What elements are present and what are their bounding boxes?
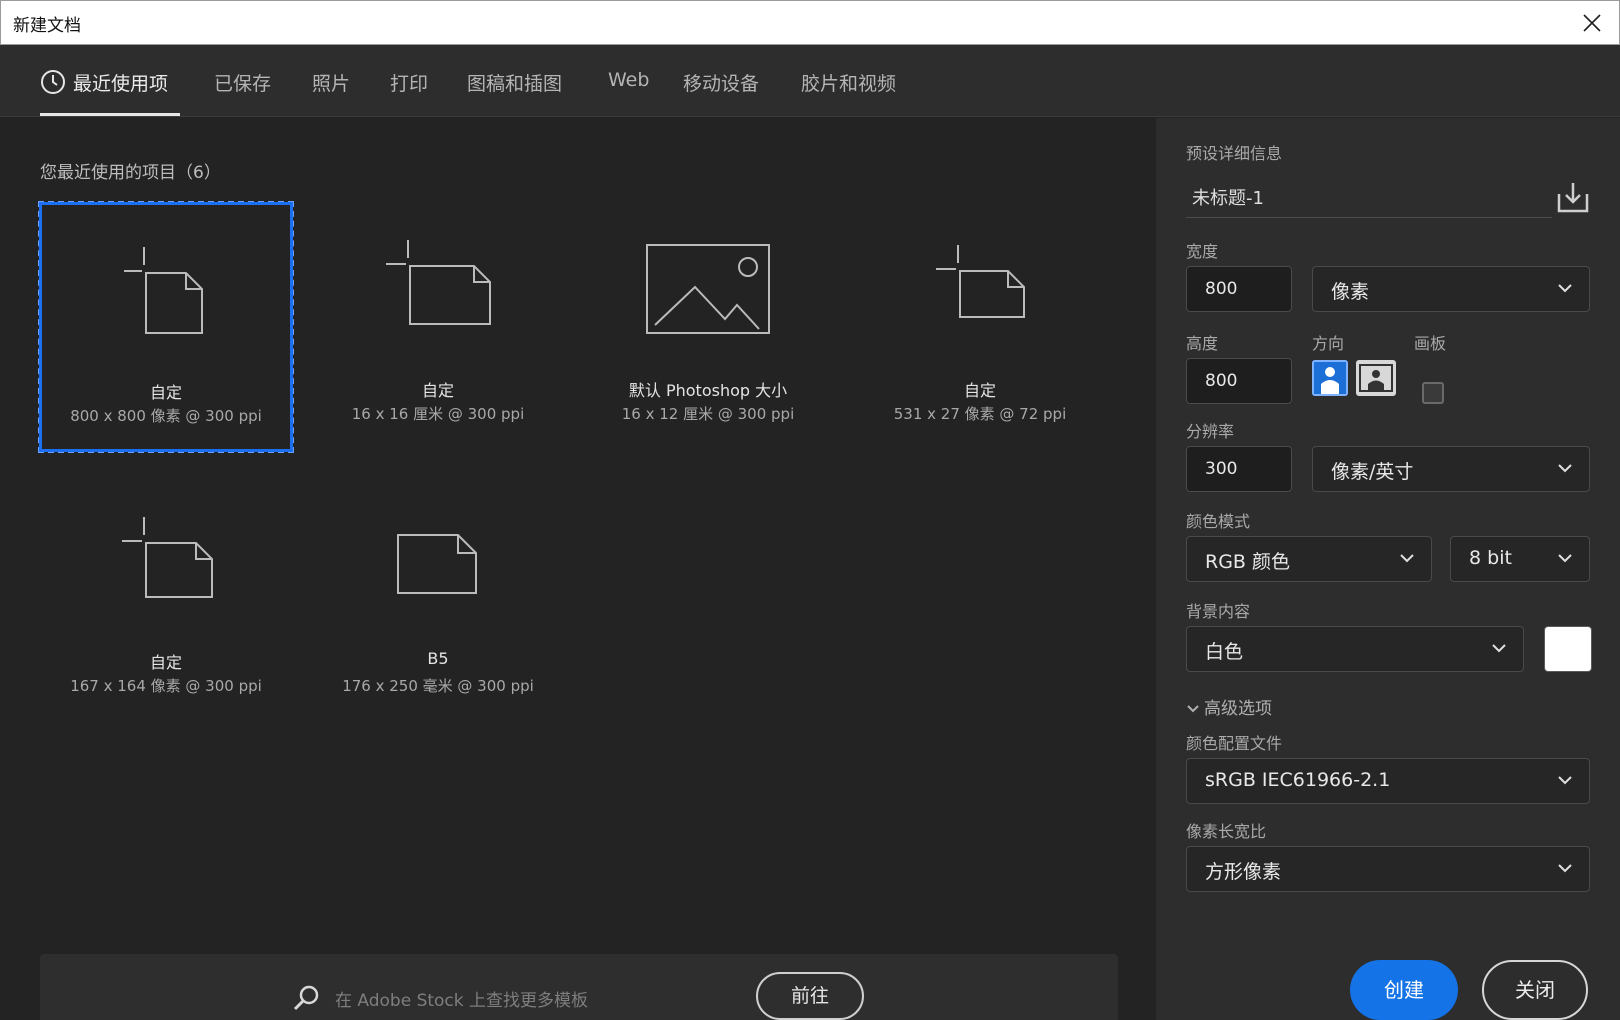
chevron-down-icon [1400,554,1414,563]
width-input[interactable]: 800 [1186,266,1292,312]
image-placeholder-icon [646,244,770,334]
chevron-down-icon [1558,284,1572,293]
artboard-checkbox[interactable] [1422,382,1444,404]
resolution-unit-select[interactable]: 像素/英寸 [1312,446,1590,492]
width-unit-value: 像素 [1331,281,1370,303]
height-label: 高度 [1186,334,1219,353]
tab-saved[interactable]: 已保存 [214,69,271,96]
color-mode-label: 颜色模式 [1186,512,1251,531]
color-profile-select[interactable]: sRGB IEC61966-2.1 [1186,758,1590,804]
recent-item-name: 默认 Photoshop 大小 [628,381,788,400]
tab-print[interactable]: 打印 [390,69,428,96]
pixel-aspect-select[interactable]: 方形像素 [1186,846,1590,892]
recent-item-size: 16 x 12 厘米 @ 300 ppi [621,405,795,423]
color-mode-select[interactable]: RGB 颜色 [1186,536,1432,582]
tab-web[interactable]: Web [608,69,649,91]
orientation-label: 方向 [1312,334,1345,353]
adobe-stock-bar: 在 Adobe Stock 上查找更多模板 前往 [40,954,1118,1020]
recent-item-card[interactable]: 自定 16 x 16 厘米 @ 300 ppi [310,201,566,453]
document-name-field[interactable]: 未标题-1 [1186,180,1552,218]
height-input[interactable]: 800 [1186,358,1292,404]
custom-document-icon [124,247,203,334]
recent-item-card[interactable]: 自定 800 x 800 像素 @ 300 ppi [38,201,294,453]
chevron-down-icon [1558,864,1572,873]
clock-icon [41,70,65,94]
recent-item-card[interactable]: 默认 Photoshop 大小 16 x 12 厘米 @ 300 ppi [580,201,836,453]
recent-heading: 您最近使用的项目（6） [40,163,221,183]
tab-mobile[interactable]: 移动设备 [683,69,759,96]
close-icon[interactable] [1579,10,1605,36]
bit-depth-value: 8 bit [1469,547,1512,569]
recent-item-size: 531 x 27 像素 @ 72 ppi [893,405,1067,423]
background-label: 背景内容 [1186,602,1251,621]
tab-photo[interactable]: 照片 [312,69,350,96]
create-button[interactable]: 创建 [1350,960,1458,1020]
tab-film-video[interactable]: 胶片和视频 [801,69,896,96]
color-mode-value: RGB 颜色 [1205,551,1290,573]
color-profile-value: sRGB IEC61966-2.1 [1205,769,1391,791]
background-color-swatch[interactable] [1544,626,1592,672]
recent-item-size: 800 x 800 像素 @ 300 ppi [70,407,262,425]
bit-depth-select[interactable]: 8 bit [1450,536,1590,582]
chevron-down-icon [1558,554,1572,563]
category-tabs: 最近使用项 已保存 照片 打印 图稿和插图 Web 移动设备 胶片和视频 [0,45,1620,117]
recent-item-name: 自定 [149,653,182,672]
recent-item-card[interactable]: 自定 167 x 164 像素 @ 300 ppi [38,473,294,725]
chevron-down-icon [1558,464,1572,473]
active-tab-indicator [40,113,180,116]
recent-item-size: 16 x 16 厘米 @ 300 ppi [351,405,525,423]
resolution-unit-value: 像素/英寸 [1331,461,1414,483]
recent-item-name: 自定 [963,381,996,400]
tab-art-illustration[interactable]: 图稿和插图 [467,69,562,96]
advanced-options-toggle[interactable]: 高级选项 [1186,694,1272,719]
chevron-down-icon [1187,705,1199,713]
chevron-down-icon [1558,776,1572,785]
custom-document-icon [386,240,491,325]
pixel-aspect-value: 方形像素 [1205,861,1282,883]
tab-recent[interactable]: 最近使用项 [73,69,168,96]
recent-item-name: 自定 [421,381,454,400]
landscape-orientation-icon[interactable] [1356,360,1396,396]
save-preset-icon[interactable] [1556,180,1590,214]
window-title: 新建文档 [13,16,81,36]
recent-panel: 您最近使用的项目（6） 自定 800 x 800 像素 @ 300 ppi 自定… [0,118,1156,1020]
recent-item-name: B5 [427,649,449,668]
preset-heading: 预设详细信息 [1186,144,1283,163]
recent-item-card[interactable]: B5 176 x 250 毫米 @ 300 ppi [310,473,566,725]
title-bar: 新建文档 [0,0,1620,45]
advanced-options-label: 高级选项 [1204,699,1272,719]
artboard-label: 画板 [1414,334,1447,353]
recent-item-card[interactable]: 自定 531 x 27 像素 @ 72 ppi [852,201,1108,453]
portrait-orientation-icon[interactable] [1312,360,1348,396]
color-profile-label: 颜色配置文件 [1186,734,1283,753]
resolution-input[interactable]: 300 [1186,446,1292,492]
preset-details-panel: 预设详细信息 未标题-1 宽度 800 像素 高度 方向 画板 800 分辨率 … [1156,118,1620,1020]
background-value: 白色 [1205,641,1244,663]
width-label: 宽度 [1186,242,1219,261]
chevron-down-icon [1492,644,1506,653]
custom-document-icon [122,517,213,598]
pixel-aspect-label: 像素长宽比 [1186,822,1267,841]
recent-item-name: 自定 [149,383,182,402]
recent-item-size: 176 x 250 毫米 @ 300 ppi [342,677,534,695]
background-select[interactable]: 白色 [1186,626,1524,672]
custom-document-icon [936,245,1025,318]
document-icon [397,534,477,594]
stock-search-input[interactable]: 在 Adobe Stock 上查找更多模板 [335,986,588,1011]
close-button[interactable]: 关闭 [1482,960,1588,1020]
recent-item-size: 167 x 164 像素 @ 300 ppi [70,677,262,695]
width-unit-select[interactable]: 像素 [1312,266,1590,312]
resolution-label: 分辨率 [1186,422,1235,441]
search-icon [293,985,319,1011]
go-button[interactable]: 前往 [756,972,864,1020]
